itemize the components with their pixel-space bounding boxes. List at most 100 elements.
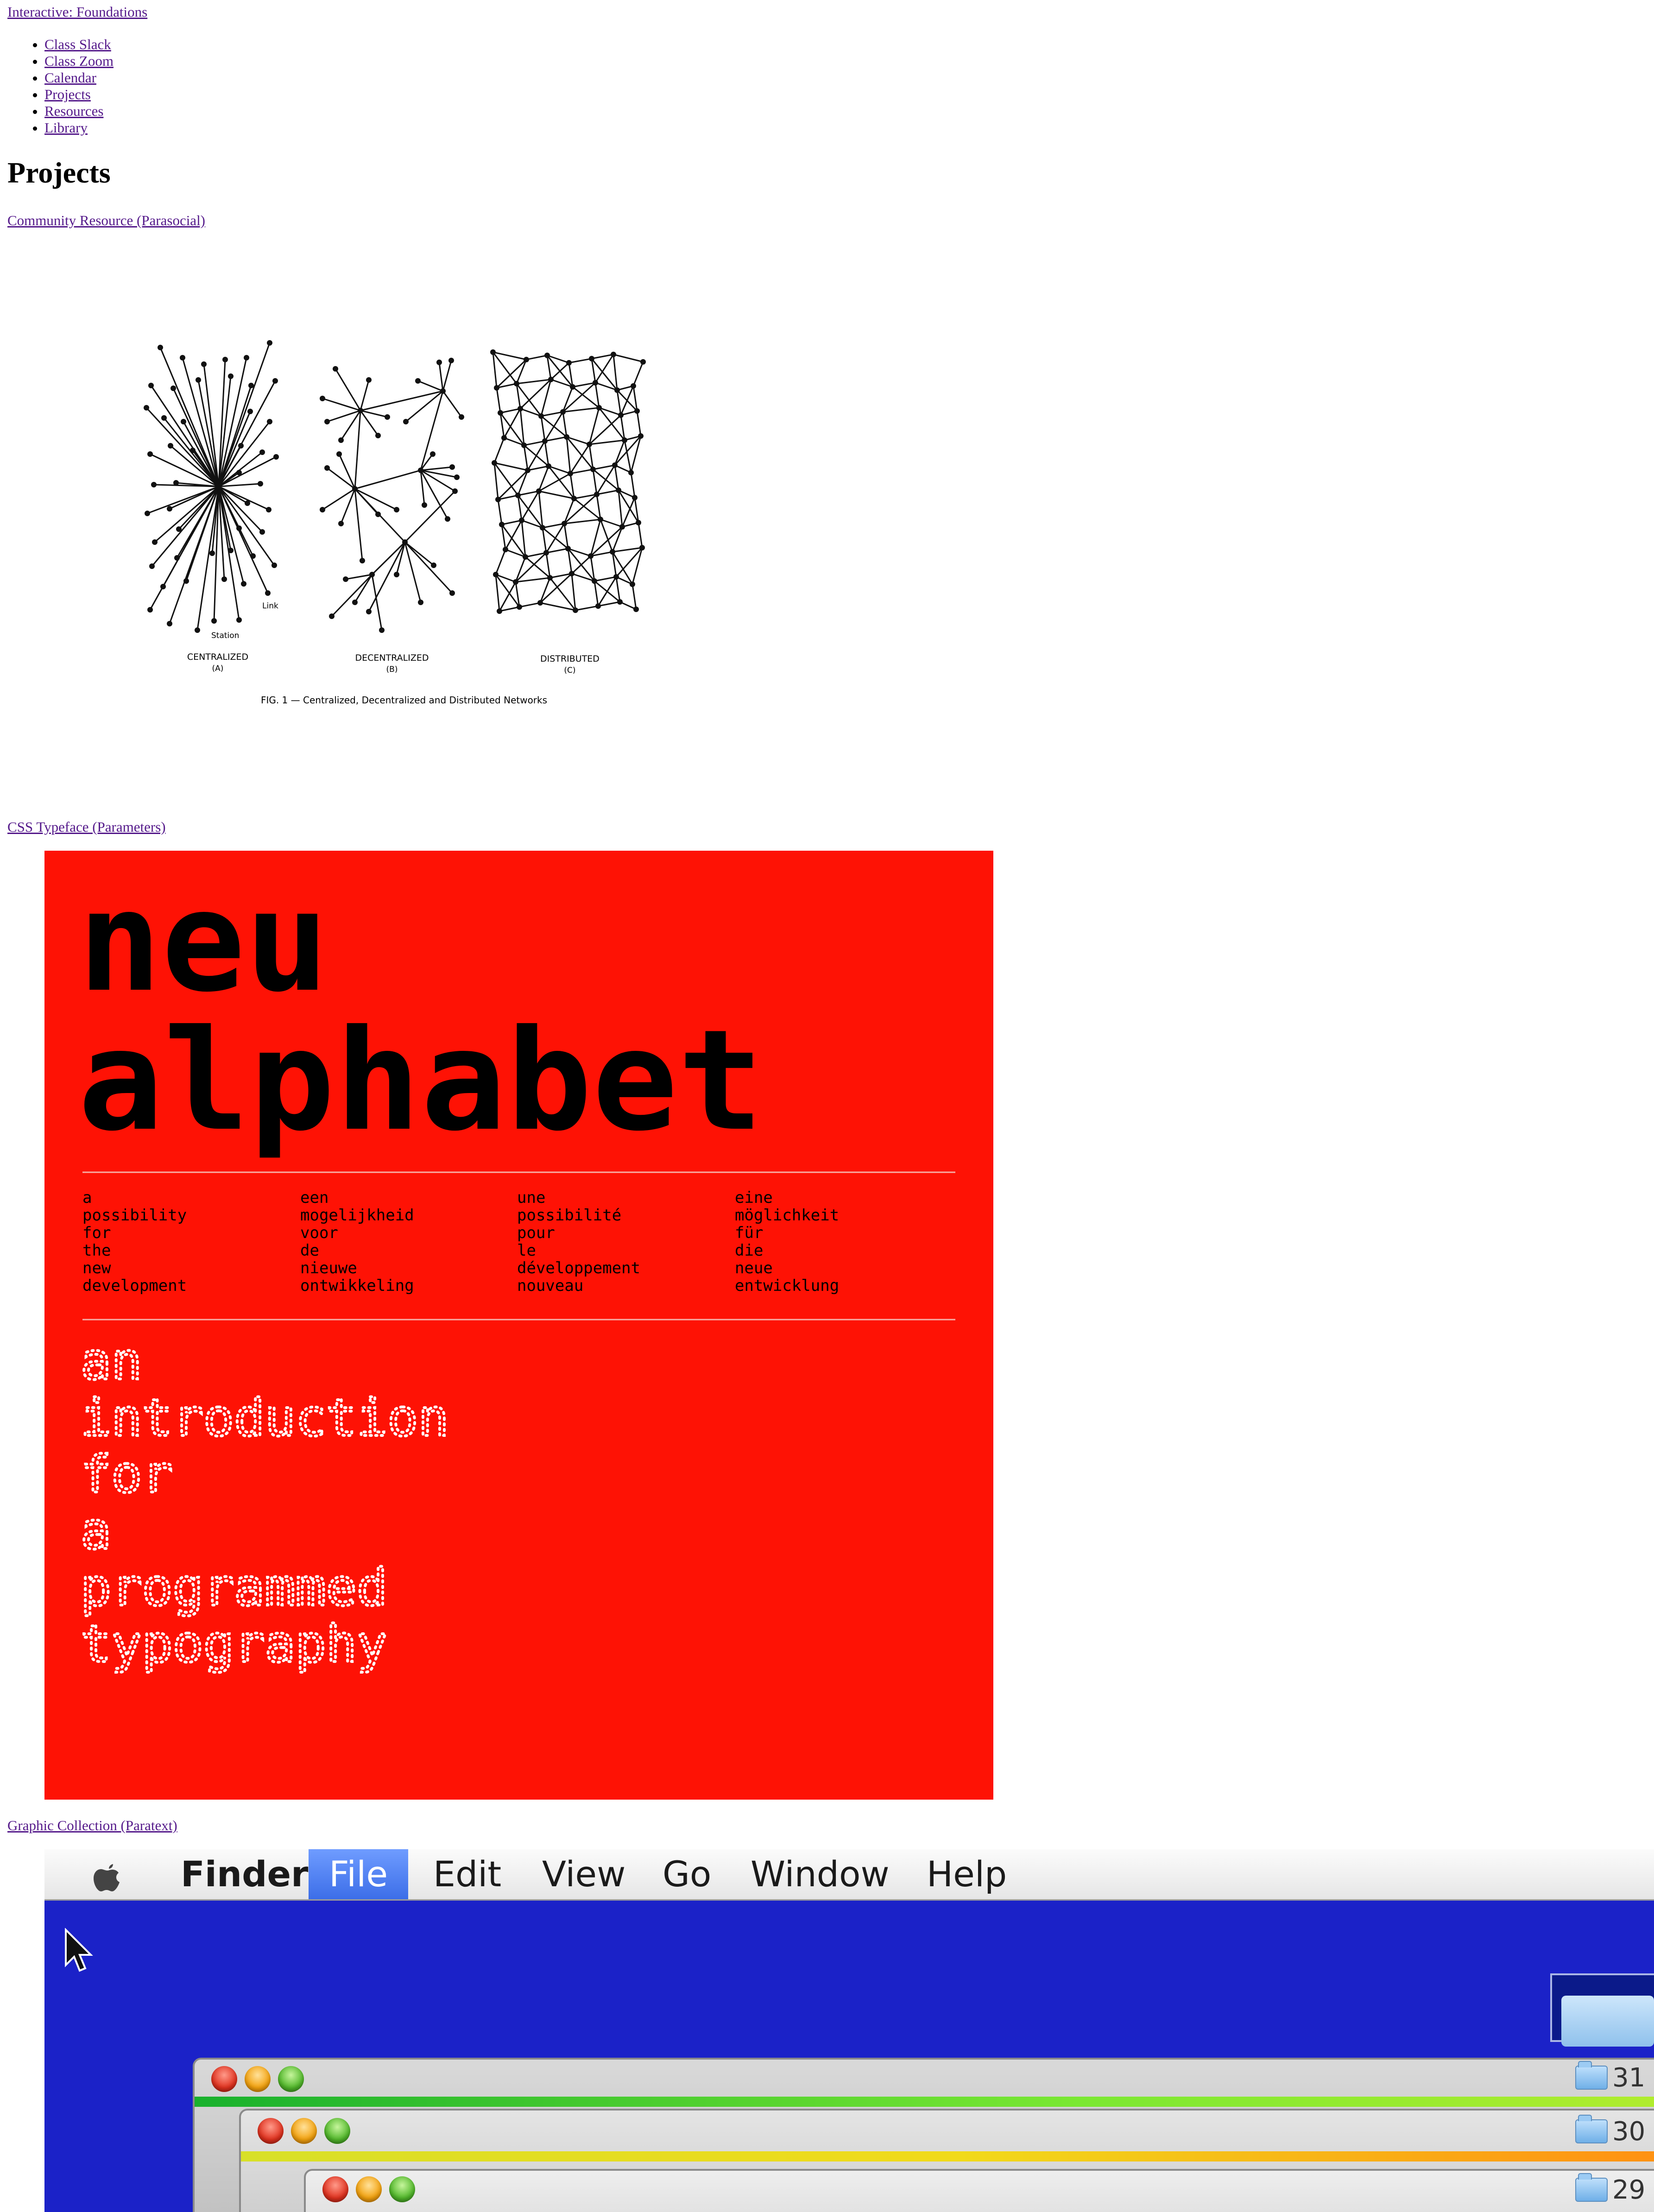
menu-window[interactable]: Window — [730, 1849, 910, 1899]
nav-item: Projects — [44, 86, 114, 103]
network-link — [538, 491, 543, 528]
label-distributed: DISTRIBUTED — [540, 654, 600, 664]
menu-finder[interactable]: Finder — [160, 1849, 329, 1899]
project-link-community-resource[interactable]: Community Resource (Parasocial) — [7, 212, 205, 229]
network-link — [149, 486, 220, 610]
typeface-poster-image[interactable]: neu alphabet a possibility for the new d… — [44, 851, 993, 1800]
zoom-button-icon[interactable] — [389, 2176, 415, 2202]
network-node — [503, 547, 508, 552]
network-node — [592, 578, 597, 584]
minimize-button-icon[interactable] — [291, 2118, 317, 2144]
network-node — [501, 435, 507, 441]
network-link — [592, 469, 598, 495]
project-link-graphic-collection[interactable]: Graphic Collection (Paratext) — [7, 1817, 177, 1834]
network-link — [593, 464, 615, 470]
network-link — [527, 465, 549, 471]
folder-29[interactable]: 29 — [1575, 2173, 1654, 2206]
zoom-button-icon[interactable] — [324, 2118, 350, 2144]
network-node — [324, 465, 330, 471]
network-node — [515, 493, 521, 498]
network-link — [493, 437, 505, 463]
network-node — [352, 600, 358, 605]
network-node — [271, 562, 277, 568]
poster-col-text: a — [82, 1188, 92, 1207]
nav-link-calendar[interactable]: Calendar — [44, 70, 96, 86]
site-title-link[interactable]: Interactive: Foundations — [7, 4, 147, 20]
network-node — [258, 481, 263, 487]
folder-31[interactable]: 31 — [1575, 2061, 1654, 2094]
network-node — [640, 359, 646, 365]
network-link — [575, 605, 599, 611]
close-button-icon[interactable] — [322, 2176, 348, 2202]
network-node — [594, 492, 600, 497]
menu-go[interactable]: Go — [642, 1849, 732, 1899]
finder-window-29[interactable]: 29 — [304, 2169, 1654, 2212]
network-link — [499, 606, 520, 612]
network-node — [338, 437, 344, 443]
network-node — [338, 521, 344, 526]
network-link — [368, 542, 406, 612]
folder-icon — [1575, 2115, 1608, 2143]
network-node — [366, 609, 372, 614]
network-node — [634, 408, 640, 414]
network-link — [442, 360, 452, 392]
nav-link-class-slack[interactable]: Class Slack — [44, 36, 111, 52]
label-centralized: CENTRALIZED — [187, 652, 248, 662]
folder-30[interactable]: 30 — [1575, 2115, 1654, 2148]
poster-col-text: development — [82, 1277, 187, 1295]
nav-link-resources[interactable]: Resources — [44, 103, 103, 119]
poster-col-text: neue — [735, 1259, 773, 1277]
network-node — [543, 550, 549, 556]
menu-edit[interactable]: Edit — [413, 1849, 522, 1899]
close-button-icon[interactable] — [258, 2118, 284, 2144]
network-node — [161, 415, 167, 421]
minimize-button-icon[interactable] — [356, 2176, 382, 2202]
network-node — [513, 579, 518, 585]
desktop-folder-icon[interactable] — [1550, 1973, 1654, 2047]
project-link-css-typeface[interactable]: CSS Typeface (Parameters) — [7, 819, 166, 835]
poster-headline-1: neu — [78, 861, 329, 1023]
nav-link-library[interactable]: Library — [44, 120, 88, 136]
network-link — [521, 491, 540, 521]
zoom-button-icon[interactable] — [278, 2066, 304, 2092]
nav-link-projects[interactable]: Projects — [44, 86, 91, 102]
network-link — [501, 519, 522, 525]
network-node — [402, 539, 408, 545]
network-link — [519, 602, 541, 608]
label-link: Link — [262, 601, 278, 611]
menu-help[interactable]: Help — [906, 1849, 1027, 1899]
close-button-icon[interactable] — [211, 2066, 237, 2092]
network-node — [170, 386, 176, 391]
menu-view[interactable]: View — [522, 1849, 646, 1899]
network-link — [562, 407, 600, 413]
network-node — [247, 409, 253, 414]
network-node — [238, 443, 244, 449]
nav-link-class-zoom[interactable]: Class Zoom — [44, 53, 114, 69]
network-link — [571, 573, 576, 611]
folder-icon — [1575, 2173, 1608, 2202]
network-node — [494, 385, 499, 391]
nav-item: Class Zoom — [44, 53, 114, 70]
poster-col-text: possibility — [82, 1206, 187, 1225]
network-link — [420, 391, 444, 471]
poster-col-text: nouveau — [517, 1277, 583, 1295]
network-link — [527, 441, 546, 471]
network-diagram-svg: CENTRALIZED (A) DECENTRALIZED (B) DISTRI… — [144, 340, 646, 706]
network-node — [598, 517, 603, 522]
network-node — [244, 355, 249, 360]
poster-headline-2: alphabet — [78, 1000, 764, 1162]
network-node — [595, 603, 601, 609]
network-node — [544, 353, 550, 358]
menu-file[interactable]: File — [309, 1849, 409, 1899]
network-node — [636, 520, 641, 525]
network-diagram-image[interactable]: CENTRALIZED (A) DECENTRALIZED (B) DISTRI… — [44, 278, 702, 741]
network-node — [144, 405, 149, 411]
network-node — [343, 576, 348, 582]
finder-screenshot-image[interactable]: Finder File Edit View Go Window Help 31 … — [44, 1849, 1654, 2212]
network-link — [541, 411, 563, 417]
network-link — [438, 362, 444, 392]
network-node — [449, 590, 455, 596]
network-link — [327, 410, 361, 423]
network-node — [517, 604, 522, 610]
minimize-button-icon[interactable] — [245, 2066, 271, 2092]
